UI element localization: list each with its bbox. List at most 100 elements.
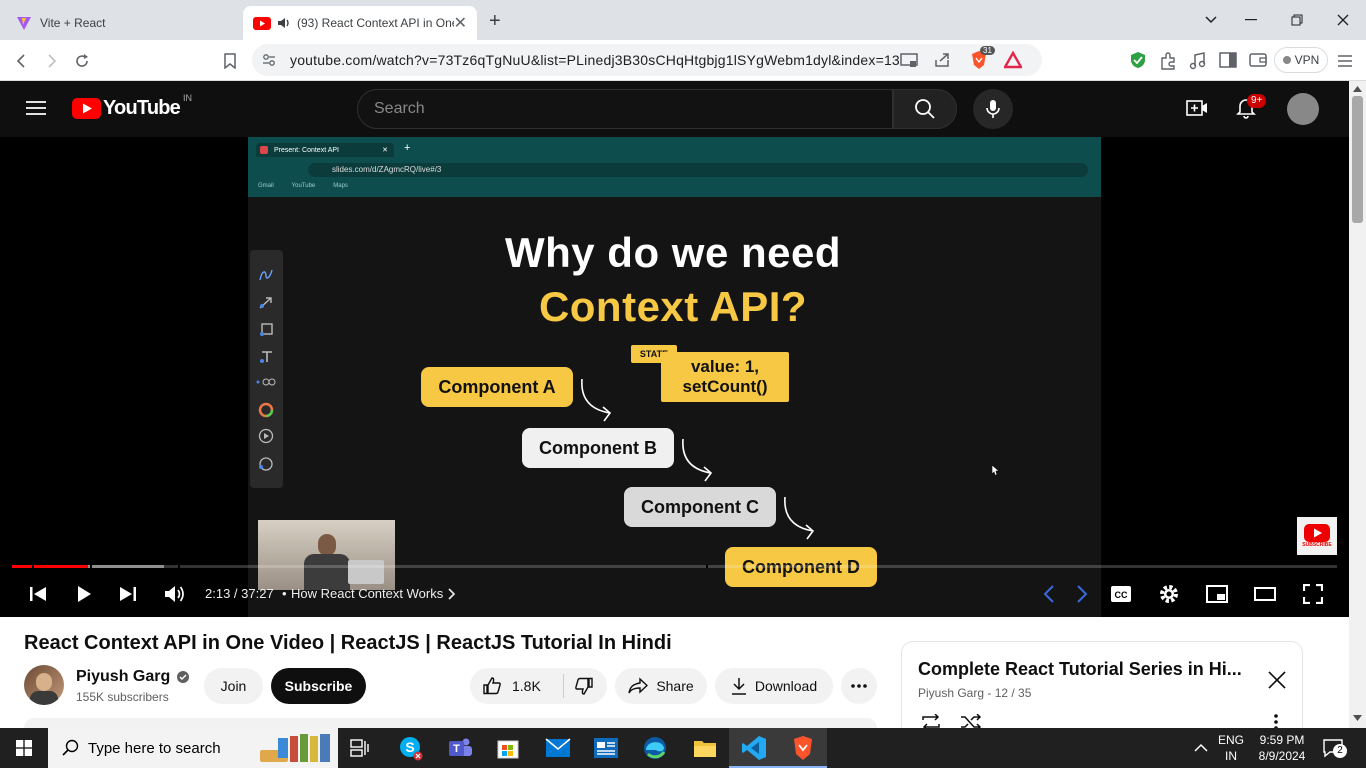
minimize-icon[interactable] <box>1228 0 1274 40</box>
reload-icon[interactable] <box>69 48 95 74</box>
back-icon[interactable] <box>9 48 35 74</box>
captions-icon[interactable]: CC <box>1110 585 1132 603</box>
description-box[interactable] <box>24 718 877 728</box>
windows-start-icon[interactable] <box>16 740 32 756</box>
progress-bar[interactable] <box>12 565 1337 568</box>
subscribe-button[interactable]: Subscribe <box>271 668 366 704</box>
time-display: 2:13 / 37:27 <box>205 586 274 601</box>
restore-icon[interactable] <box>1274 0 1320 40</box>
slide-tab-close-icon: ✕ <box>382 147 388 154</box>
tab-vite-react[interactable]: Vite + React <box>6 6 242 40</box>
scroll-up-icon[interactable] <box>1353 86 1362 92</box>
dislike-icon[interactable] <box>574 676 594 696</box>
vite-icon <box>17 17 31 30</box>
playlist-panel: Complete React Tutorial Series in Hi... … <box>901 641 1303 741</box>
tray-chevron-up-icon[interactable] <box>1194 743 1208 752</box>
teams-icon[interactable]: T <box>446 734 474 762</box>
new-tab-icon[interactable]: + <box>489 10 501 33</box>
chapter-divider <box>90 565 92 568</box>
slide-tab-title: Present: Context API <box>274 146 339 154</box>
taskbar-search-input[interactable]: Type here to search <box>48 728 338 768</box>
more-actions-button[interactable] <box>841 668 877 704</box>
microsoft-store-icon[interactable] <box>494 734 522 762</box>
verified-badge-icon <box>177 671 190 683</box>
fullscreen-icon[interactable] <box>1303 584 1323 604</box>
voice-search-button[interactable] <box>973 89 1013 129</box>
component-b-box: Component B <box>522 428 674 468</box>
sidebar-icon[interactable] <box>1219 52 1237 68</box>
svg-text:T: T <box>453 743 460 755</box>
hamburger-menu-icon[interactable] <box>26 100 46 116</box>
video-player[interactable]: Present: Context API ✕ + slides.com/d/ZA… <box>0 137 1349 617</box>
notifications-button[interactable]: 9+ <box>1236 94 1267 119</box>
skype-icon[interactable]: S <box>396 734 424 762</box>
edge-icon[interactable] <box>641 734 669 762</box>
shield-check-icon[interactable] <box>1129 51 1147 69</box>
brave-rewards-icon[interactable] <box>1004 51 1022 69</box>
search-icon <box>915 99 935 119</box>
vscode-taskbar-button[interactable] <box>729 728 779 768</box>
mail-icon[interactable] <box>544 734 572 762</box>
play-icon[interactable] <box>75 585 93 603</box>
join-button[interactable]: Join <box>204 668 263 704</box>
clock[interactable]: 9:59 PM 8/9/2024 <box>1252 732 1312 764</box>
address-bar[interactable]: youtube.com/watch?v=73Tz6qTgNuU&list=PLi… <box>252 44 1042 76</box>
previous-icon[interactable] <box>29 585 47 603</box>
site-settings-icon[interactable] <box>262 53 276 67</box>
vpn-button[interactable]: VPN <box>1274 47 1328 73</box>
brave-shields-icon[interactable]: 31 <box>970 46 995 70</box>
search-input[interactable]: Search <box>357 89 893 129</box>
forward-icon[interactable] <box>38 48 64 74</box>
bookmark-icon[interactable] <box>217 48 243 74</box>
music-icon[interactable] <box>1189 52 1207 70</box>
wallet-icon[interactable] <box>1249 52 1267 68</box>
language-indicator[interactable]: ENG IN <box>1218 732 1244 764</box>
next-chapter-icon[interactable] <box>1075 584 1089 604</box>
subscribe-watermark[interactable]: SUBSCRIBE <box>1297 517 1337 555</box>
slide-bookmarks: Gmail YouTube Maps <box>258 183 348 189</box>
youtube-logo[interactable]: YouTube IN <box>72 93 192 120</box>
extensions-icon[interactable] <box>1159 52 1177 70</box>
notification-center-button[interactable]: 2 <box>1322 738 1347 758</box>
channel-name-row[interactable]: Piyush Garg <box>76 668 190 686</box>
chapter-chevron-icon[interactable] <box>448 588 456 600</box>
news-icon[interactable] <box>592 734 620 762</box>
like-icon[interactable] <box>482 676 502 696</box>
svg-text:CC: CC <box>1115 590 1128 600</box>
scroll-down-icon[interactable] <box>1353 715 1362 721</box>
clock-date: 8/9/2024 <box>1258 749 1306 763</box>
svg-text:S: S <box>405 739 414 755</box>
brave-taskbar-button[interactable] <box>779 728 827 768</box>
settings-gear-icon[interactable] <box>1158 583 1180 605</box>
scrollbar-thumb[interactable] <box>1352 96 1363 223</box>
close-playlist-icon[interactable] <box>1267 670 1287 690</box>
file-explorer-icon[interactable] <box>691 734 719 762</box>
chapter-separator: • <box>282 586 287 601</box>
search-button[interactable] <box>893 89 957 129</box>
speaker-icon[interactable] <box>277 17 291 29</box>
menu-icon[interactable] <box>1337 54 1353 68</box>
playlist-meta: Piyush Garg - 12 / 35 <box>918 686 1032 700</box>
playlist-title[interactable]: Complete React Tutorial Series in Hi... <box>918 659 1242 680</box>
next-icon[interactable] <box>119 585 137 603</box>
prev-chapter-icon[interactable] <box>1042 584 1056 604</box>
close-tab-icon[interactable]: ✕ <box>454 13 467 33</box>
task-view-icon[interactable] <box>350 739 370 757</box>
volume-icon[interactable] <box>164 584 186 604</box>
pen-tool-icon <box>259 269 273 281</box>
cast-icon[interactable] <box>900 52 918 68</box>
channel-avatar[interactable] <box>24 665 64 705</box>
download-button[interactable]: Download <box>715 668 833 704</box>
miniplayer-icon[interactable] <box>1206 585 1228 603</box>
theater-mode-icon[interactable] <box>1254 587 1276 601</box>
page-scrollbar[interactable] <box>1349 81 1366 728</box>
chapter-title[interactable]: How React Context Works <box>291 586 443 601</box>
like-count[interactable]: 1.8K <box>512 678 541 694</box>
channel-name[interactable]: Piyush Garg <box>76 668 170 686</box>
close-window-icon[interactable] <box>1320 0 1366 40</box>
tab-youtube[interactable]: (93) React Context API in One ✕ <box>243 6 477 40</box>
create-video-icon[interactable] <box>1186 99 1208 117</box>
share-button[interactable]: Share <box>615 668 707 704</box>
account-avatar[interactable] <box>1287 93 1319 125</box>
share-page-icon[interactable] <box>934 52 952 68</box>
